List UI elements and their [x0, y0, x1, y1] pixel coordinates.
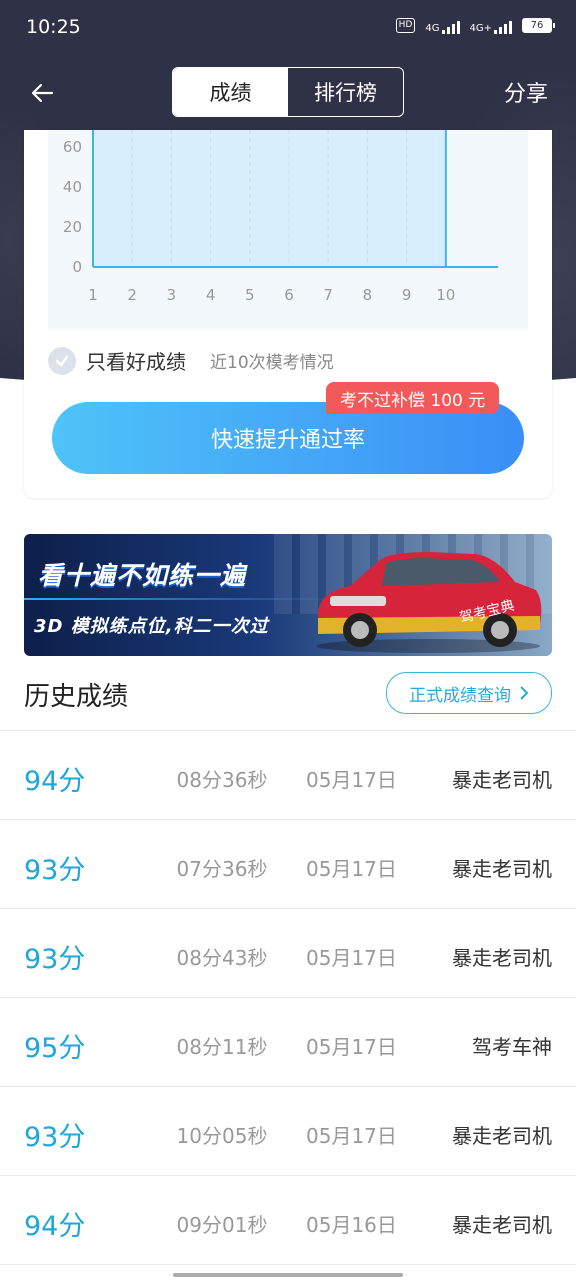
history-row[interactable]: 93分 10分05秒 05月17日 暴走老司机 [0, 1086, 576, 1175]
row-duration: 07分36秒 [176, 857, 268, 881]
row-score: 93分 [24, 944, 86, 975]
x-tick-label: 7 [323, 286, 333, 304]
hd-icon: HD [395, 17, 416, 33]
row-user: 驾考车神 [472, 1035, 552, 1059]
x-tick-label: 5 [245, 286, 255, 304]
battery-icon: 76 [522, 17, 555, 33]
official-score-query-button[interactable]: 正式成绩查询 [386, 672, 552, 714]
history-row[interactable]: 94分 09分01秒 05月16日 暴走老司机 [0, 1175, 576, 1265]
history-row[interactable]: 93分 07分36秒 05月17日 暴走老司机 [0, 819, 576, 908]
row-score: 94分 [24, 766, 86, 797]
row-duration: 10分05秒 [176, 1124, 268, 1148]
signal-icon-1: 4G [425, 16, 460, 34]
x-tick-label: 9 [402, 286, 412, 304]
row-score: 95分 [24, 1033, 86, 1064]
row-date: 05月17日 [306, 768, 397, 792]
score-chart: 0 20 40 60 1 2 3 4 5 6 7 8 9 10 [48, 130, 528, 330]
row-duration: 08分43秒 [176, 946, 268, 970]
x-tick-label: 10 [436, 286, 455, 304]
tab-switcher: 成绩 排行榜 [172, 67, 404, 117]
history-row[interactable]: 95分 08分11秒 05月17日 驾考车神 [0, 997, 576, 1086]
row-duration: 09分01秒 [176, 1213, 268, 1237]
status-bar: 10:25 HD 4G 4G+ 76 [0, 0, 576, 56]
check-icon [55, 355, 69, 367]
banner-divider [24, 598, 344, 600]
filter-subtitle: 近10次模考情况 [210, 353, 334, 373]
chart-svg: 0 20 40 60 1 2 3 4 5 6 7 8 9 10 [63, 130, 498, 304]
row-score: 94分 [24, 1211, 86, 1242]
chevron-right-icon [520, 686, 529, 700]
car-illustration: 驾考宝典 [316, 552, 542, 653]
y-tick-label: 0 [72, 258, 82, 276]
tab-score[interactable]: 成绩 [173, 68, 288, 116]
signal-icon-2: 4G+ [470, 16, 512, 34]
tab-ranking[interactable]: 排行榜 [288, 68, 403, 116]
x-tick-label: 3 [167, 286, 177, 304]
history-title: 历史成绩 [24, 682, 129, 712]
x-tick-label: 2 [127, 286, 137, 304]
score-card: 0 20 40 60 1 2 3 4 5 6 7 8 9 10 只看好成绩 近10次模考情况 考不过补偿 … [24, 130, 552, 498]
y-tick-label: 40 [63, 178, 82, 196]
row-date: 05月17日 [306, 946, 397, 970]
row-user: 暴走老司机 [452, 1213, 552, 1237]
share-button[interactable]: 分享 [504, 76, 548, 108]
row-date: 05月17日 [306, 1124, 397, 1148]
back-arrow-icon [31, 83, 54, 103]
row-date: 05月16日 [306, 1213, 397, 1237]
row-user: 暴走老司机 [452, 768, 552, 792]
history-row[interactable]: 93分 08分43秒 05月17日 暴走老司机 [0, 908, 576, 997]
banner-title: 看十遍不如练一遍 [38, 561, 247, 590]
x-tick-label: 6 [284, 286, 294, 304]
filter-row: 只看好成绩 近10次模考情况 [48, 346, 334, 375]
row-user: 暴走老司机 [452, 857, 552, 881]
promo-tag: 考不过补偿 100 元 [326, 382, 500, 414]
status-time: 10:25 [26, 16, 81, 38]
row-date: 05月17日 [306, 1035, 397, 1059]
status-icons: HD 4G 4G+ 76 [395, 16, 555, 34]
row-duration: 08分36秒 [176, 768, 268, 792]
score-area [93, 130, 446, 267]
filter-label[interactable]: 只看好成绩 [86, 346, 186, 375]
row-user: 暴走老司机 [452, 946, 552, 970]
row-date: 05月17日 [306, 857, 397, 881]
x-tick-label: 4 [206, 286, 216, 304]
x-tick-label: 8 [363, 286, 373, 304]
good-score-checkbox[interactable] [48, 346, 76, 375]
row-score: 93分 [24, 855, 86, 886]
ad-banner[interactable]: 看十遍不如练一遍 3D 模拟练点位,科二一次过 驾考宝典 [24, 534, 552, 656]
query-label: 正式成绩查询 [409, 685, 511, 706]
history-list: 94分 08分36秒 05月17日 暴走老司机 93分 07分36秒 05月17… [0, 730, 576, 1265]
home-indicator[interactable] [173, 1273, 403, 1277]
banner-subtitle: 3D 模拟练点位,科二一次过 [34, 616, 269, 637]
row-duration: 08分11秒 [176, 1035, 268, 1059]
row-score: 93分 [24, 1122, 86, 1153]
history-row[interactable]: 94分 08分36秒 05月17日 暴走老司机 [0, 730, 576, 819]
back-button[interactable] [28, 76, 62, 110]
row-user: 暴走老司机 [452, 1124, 552, 1148]
x-tick-label: 1 [88, 286, 98, 304]
y-tick-label: 60 [63, 138, 82, 156]
y-tick-label: 20 [63, 218, 82, 236]
